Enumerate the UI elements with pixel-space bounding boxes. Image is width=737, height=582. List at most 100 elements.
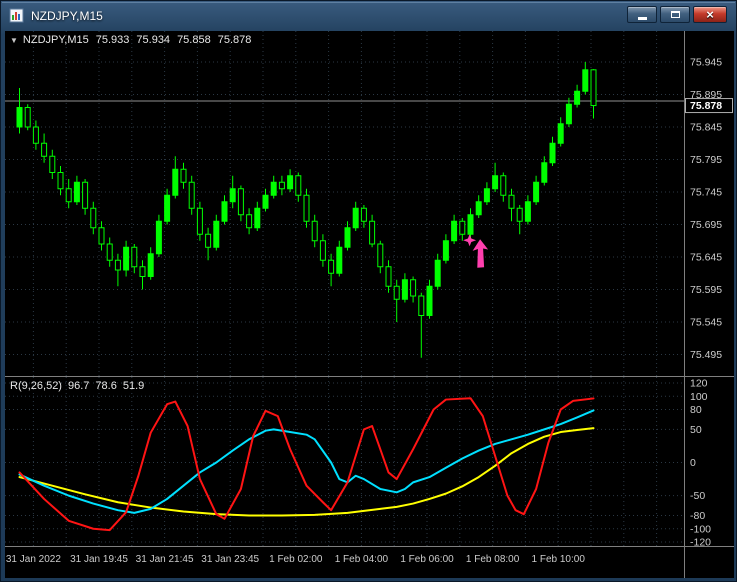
buy-arrow-marker[interactable] [463,234,489,268]
candle-body [483,188,490,203]
price-tick-label: 75.545 [690,317,722,329]
mt4-chart-window: NZDJPY,M15 × 75.945 75.895 75.845 75.795 75.… [0,0,737,582]
candle-body [213,220,220,248]
candle-body [41,142,48,157]
candle-body [287,175,294,190]
candle-body [434,259,441,287]
title-bar[interactable]: NZDJPY,M15 × [1,1,736,31]
maximize-icon [670,11,680,18]
candle-body [344,227,351,248]
candle-body [319,240,326,261]
candle-body [205,233,212,248]
candle-body [426,285,433,316]
candle-body [131,246,138,268]
candle-body [401,279,408,300]
candle-body [557,123,564,144]
up-arrow-icon [472,239,489,268]
chart-client-area: 75.945 75.895 75.845 75.795 75.745 75.695 75.6… [5,31,734,578]
time-tick-label: 1 Feb 04:00 [335,554,389,565]
open-value: 75.933 [95,34,130,46]
candle-body [336,246,343,274]
time-tick-label: 31 Jan 21:45 [136,554,194,565]
minimize-button[interactable] [627,6,657,23]
close-button[interactable]: × [693,6,727,23]
high-value: 75.934 [136,34,171,46]
candle-body [410,279,417,297]
indicator-tick-label: -100 [690,523,711,535]
price-tick-label: 75.945 [690,57,722,69]
indicator-tick-label: 80 [690,404,702,416]
indicator-tick-label: 50 [690,424,702,436]
time-tick-label: 1 Feb 08:00 [466,554,520,565]
candle-body [49,155,56,173]
indicator-header: R(9,26,52) 96.7 78.6 51.9 [10,380,144,392]
time-tick-label: 1 Feb 06:00 [400,554,454,565]
candle-body [328,259,335,274]
candle-body [311,220,318,242]
candle-body [590,69,597,107]
candle-body [459,220,466,235]
candle-body [90,207,97,229]
candle-body [524,201,531,222]
candle-body [57,172,64,190]
price-tick-label: 75.745 [690,187,722,199]
price-tick-label: 75.695 [690,219,722,231]
candle-body [221,201,228,222]
candle-body [139,266,146,277]
candle-body [98,227,105,245]
minimize-icon [637,16,647,20]
price-tick-label: 75.645 [690,252,722,264]
indicator-tick-label: -120 [690,537,711,549]
time-tick-label: 31 Jan 19:45 [70,554,128,565]
candle-body [352,207,359,229]
candle-body [82,181,89,209]
candle-body [508,194,515,209]
candle-body [123,246,130,271]
close-value: 75.878 [217,34,252,46]
candle-body [237,188,244,216]
candle-body [73,181,80,203]
candle-body [270,181,277,196]
candle-body [533,181,540,203]
close-icon: × [706,7,714,22]
candle-body [549,142,556,164]
maximize-button[interactable] [660,6,690,23]
candle-body [155,220,162,255]
indicator-tick-label: 120 [690,378,708,390]
candle-body [196,207,203,235]
candle-body [451,220,458,242]
candle-body [360,207,367,222]
candle-body [172,168,179,196]
candle-body [278,181,285,190]
current-price-label: 75.878 [690,100,722,112]
ohlc-header: ▼ NZDJPY,M15 75.933 75.934 75.858 75.878 [10,34,251,46]
candle-body [582,69,589,92]
chart-svg[interactable]: 75.94575.89575.84575.79575.74575.69575.6… [5,31,734,578]
candle-body [147,253,154,277]
candle-body [565,103,572,125]
chart-window-icon[interactable] [9,8,25,24]
candle-body [246,214,253,229]
candle-body [229,188,236,203]
candle-body [164,194,171,222]
indicator-tick-label: -80 [690,510,705,522]
indicator-tick-label: -50 [690,490,705,502]
candle-body [369,220,376,245]
price-tick-label: 75.845 [690,122,722,134]
time-tick-label: 31 Jan 2022 [6,554,61,565]
candle-body [262,194,269,209]
one-click-trading-icon[interactable]: ▼ [10,36,18,45]
candle-body [467,214,474,235]
candle-body [65,188,72,203]
candle-body [492,175,499,190]
candle-body [500,175,507,196]
candle-body [106,243,113,261]
indicator-value-1: 96.7 [67,380,90,392]
candle-body [188,181,195,209]
low-value: 75.858 [177,34,211,46]
candle-body [516,207,523,222]
candle-body [16,107,23,128]
star-icon [463,234,477,247]
candle-body [574,90,581,105]
indicator-value-2: 78.6 [95,380,117,392]
